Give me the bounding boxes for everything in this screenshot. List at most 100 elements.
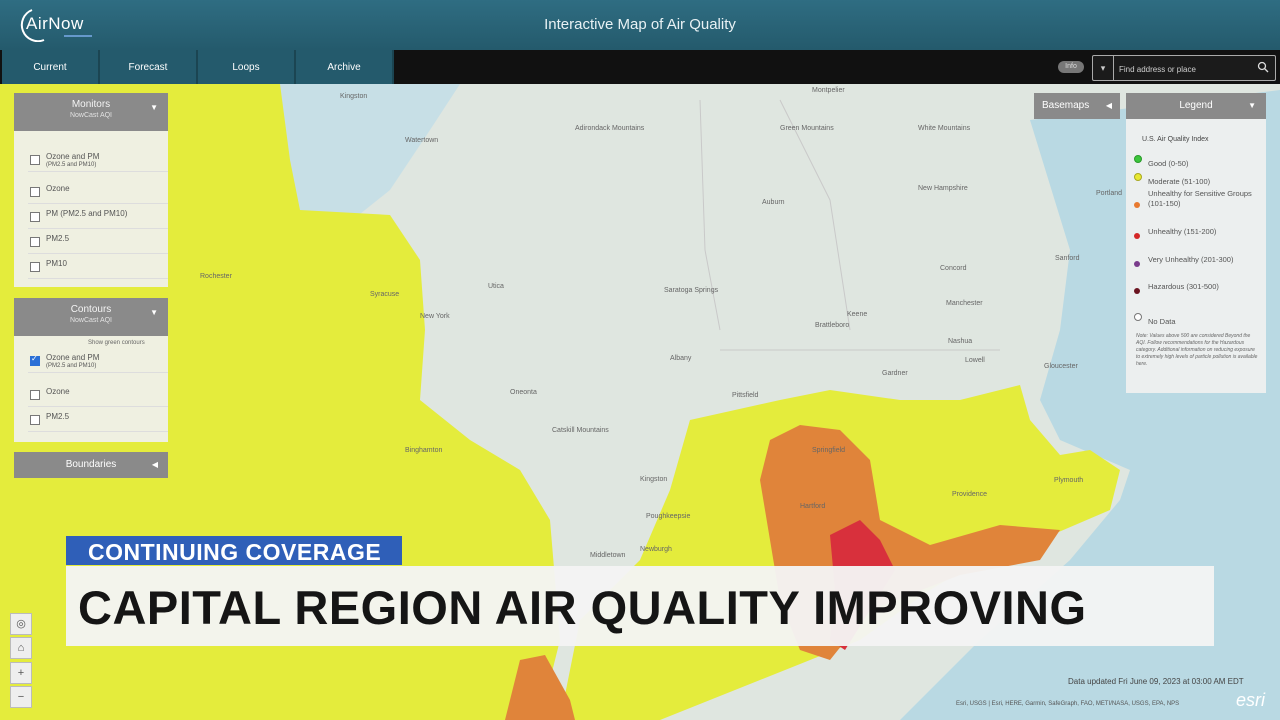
contour-option-ozone-pm[interactable]: Ozone and PM (PM2.5 and PM10): [28, 350, 168, 373]
map-label: Kingston: [640, 476, 667, 483]
map-label: Newburgh: [640, 546, 672, 553]
aqi-usg-dot-icon: [1134, 202, 1140, 208]
map-label: Catskill Mountains: [552, 427, 609, 434]
aqi-hazardous-dot-icon: [1134, 288, 1140, 294]
chevron-down-icon[interactable]: ▼: [150, 308, 158, 317]
map-label: Lowell: [965, 357, 985, 364]
map-label: Watertown: [405, 137, 438, 144]
show-green-contours-toggle[interactable]: Show green contours: [88, 340, 145, 346]
tab-archive[interactable]: Archive: [296, 50, 394, 84]
aqi-good-dot-icon: [1134, 155, 1142, 163]
boundaries-label: Boundaries: [65, 459, 117, 470]
boundaries-panel-header[interactable]: Boundaries ◀: [14, 452, 168, 478]
contours-panel-header[interactable]: Contours NowCast AQI ▼: [14, 298, 168, 336]
chevron-down-icon[interactable]: ▼: [150, 103, 158, 112]
map-label: Utica: [488, 283, 504, 290]
legend-panel-body: U.S. Air Quality Index Good (0-50) Moder…: [1126, 119, 1266, 393]
map-label: Concord: [940, 265, 967, 272]
zoom-in-button[interactable]: +: [10, 662, 32, 684]
search-input[interactable]: [1117, 60, 1251, 78]
map-label: Adirondack Mountains: [575, 125, 645, 132]
zoom-out-button[interactable]: −: [10, 686, 32, 708]
legend-note: Note: Values above 500 are considered Be…: [1136, 333, 1258, 367]
contours-title: Contours: [70, 304, 112, 315]
contour-option-pm25[interactable]: PM2.5: [28, 409, 168, 432]
map-label: Albany: [670, 355, 692, 362]
continuing-coverage-tag: CONTINUING COVERAGE: [66, 536, 402, 565]
home-button[interactable]: ⌂: [10, 637, 32, 659]
legend-item-unhealthy: Unhealthy (151-200): [1134, 227, 1260, 239]
legend-panel-header[interactable]: Legend ▼: [1126, 93, 1266, 119]
map-label: Oneonta: [510, 389, 537, 396]
basemaps-button[interactable]: Basemaps ◀: [1034, 93, 1120, 119]
map-label: Gloucester: [1044, 363, 1079, 370]
map-label: Syracuse: [370, 291, 399, 298]
search-dropdown-chevron-icon[interactable]: ▾: [1093, 56, 1114, 80]
contours-panel-body: Ozone and PM (PM2.5 and PM10) Ozone PM2.…: [14, 336, 168, 442]
contours-subtitle: NowCast AQI: [69, 317, 112, 324]
monitor-option-pm[interactable]: PM (PM2.5 and PM10): [28, 206, 168, 229]
search-box: ▾: [1092, 55, 1276, 81]
legend-title: Legend: [1179, 100, 1213, 111]
map-label: Sanford: [1055, 255, 1080, 262]
basemaps-label: Basemaps: [1042, 100, 1090, 111]
map-label: New Hampshire: [918, 185, 968, 192]
app-header: AirNow Interactive Map of Air Quality: [0, 0, 1280, 50]
map-label: Saratoga Springs: [664, 287, 719, 294]
map-label: New York: [420, 313, 450, 320]
map-label: Gardner: [882, 370, 908, 377]
map-attribution: Esri, USGS | Esri, HERE, Garmin, SafeGra…: [956, 701, 1180, 707]
map-label: Nashua: [948, 338, 972, 345]
checkbox[interactable]: [30, 212, 40, 222]
checkbox-checked[interactable]: [30, 354, 40, 366]
news-headline-bar: CAPITAL REGION AIR QUALITY IMPROVING: [66, 566, 1214, 646]
news-headline: CAPITAL REGION AIR QUALITY IMPROVING: [78, 581, 1087, 634]
monitors-panel-header[interactable]: Monitors NowCast AQI ▼: [14, 93, 168, 131]
map-label: Binghamton: [405, 447, 442, 454]
checkbox[interactable]: [30, 237, 40, 247]
legend-item-very-unhealthy: Very Unhealthy (201-300): [1134, 255, 1260, 267]
map-label: Green Mountains: [780, 125, 834, 132]
monitor-option-ozone-pm[interactable]: Ozone and PM (PM2.5 and PM10): [28, 149, 168, 172]
legend-item-good: Good (0-50): [1134, 153, 1260, 171]
legend-item-usg: Unhealthy for Sensitive Groups (101-150): [1134, 189, 1260, 209]
map-label: Auburn: [762, 199, 785, 206]
checkbox[interactable]: [30, 187, 40, 197]
tab-current[interactable]: Current: [2, 50, 100, 84]
search-icon[interactable]: [1257, 61, 1269, 73]
legend-item-no-data: No Data: [1134, 311, 1260, 329]
checkbox[interactable]: [30, 262, 40, 272]
nav-bar: Current Forecast Loops Archive: [0, 50, 1280, 84]
esri-logo: esri: [1236, 690, 1266, 710]
map-label: Providence: [952, 491, 987, 498]
checkbox[interactable]: [30, 155, 40, 165]
aqi-very-unhealthy-dot-icon: [1134, 261, 1140, 267]
map-label: Brattleboro: [815, 322, 849, 329]
map-label: Keene: [847, 311, 867, 318]
contour-option-ozone[interactable]: Ozone: [28, 384, 168, 407]
checkbox[interactable]: [30, 390, 40, 400]
tab-loops[interactable]: Loops: [198, 50, 296, 84]
aqi-no-data-dot-icon: [1134, 313, 1142, 321]
monitor-option-ozone[interactable]: Ozone: [28, 181, 168, 204]
aqi-moderate-dot-icon: [1134, 173, 1142, 181]
info-button[interactable]: Info: [1058, 61, 1084, 73]
monitor-option-pm10[interactable]: PM10: [28, 256, 168, 279]
map-label: Portland: [1096, 190, 1122, 197]
aqi-index-title: U.S. Air Quality Index: [1142, 136, 1209, 143]
chevron-left-icon[interactable]: ◀: [152, 452, 158, 478]
map-label: Poughkeepsie: [646, 513, 690, 520]
locate-button[interactable]: ◎: [10, 613, 32, 635]
map-label: Springfield: [812, 447, 845, 454]
aqi-unhealthy-dot-icon: [1134, 233, 1140, 239]
monitors-panel-body: Ozone and PM (PM2.5 and PM10) Ozone PM (…: [14, 131, 168, 287]
map-label: Pittsfield: [732, 392, 759, 399]
map-label: Manchester: [946, 300, 983, 307]
monitor-option-pm25[interactable]: PM2.5: [28, 231, 168, 254]
map-label: White Mountains: [918, 125, 971, 132]
checkbox[interactable]: [30, 415, 40, 425]
map-label: Montpelier: [812, 87, 845, 94]
map-label: Rochester: [200, 273, 233, 280]
tab-forecast[interactable]: Forecast: [100, 50, 198, 84]
chevron-down-icon[interactable]: ▼: [1248, 93, 1256, 119]
